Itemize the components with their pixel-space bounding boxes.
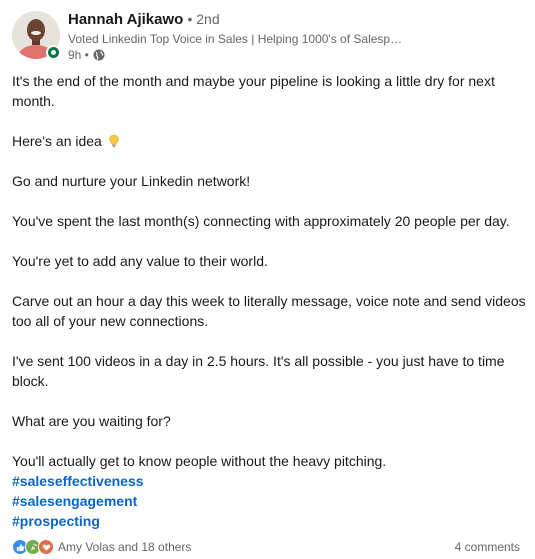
post-paragraph: You'll actually get to know people witho… [12,453,387,469]
author-name[interactable]: Hannah Ajikawo • 2nd [68,11,220,28]
reactions-summary[interactable]: Amy Volas and 18 others [12,539,191,555]
online-status-icon [46,45,61,60]
hashtag-link[interactable]: #saleseffectiveness [12,471,527,491]
author-headline: Voted Linkedin Top Voice in Sales | Help… [68,32,403,46]
comments-count-link[interactable]: 4 comments [455,540,520,554]
globe-icon [93,49,105,61]
post-body: It's the end of the month and maybe your… [12,71,527,531]
post-meta: 9h • [68,48,105,62]
lightbulb-icon [108,133,120,148]
post-paragraph: You've spent the last month(s) connectin… [12,213,510,229]
post-card: Hannah Ajikawo • 2nd Voted Linkedin Top … [0,0,535,559]
post-paragraph: I've sent 100 videos in a day in 2.5 hou… [12,353,505,389]
hashtag-link[interactable]: #salesengagement [12,491,527,511]
post-time: 9h • [68,48,89,62]
post-paragraph: What are you waiting for? [12,413,171,429]
reactions-count-text[interactable]: Amy Volas and 18 others [58,540,191,554]
author-avatar-wrapper[interactable] [12,11,61,60]
post-paragraph: You're yet to add any value to their wor… [12,253,268,269]
post-paragraph: Here's an idea [12,131,527,151]
post-paragraph: Go and nurture your Linkedin network! [12,173,251,189]
reaction-icons [12,539,54,555]
author-name-text[interactable]: Hannah Ajikawo [68,11,183,28]
connection-degree: • 2nd [187,11,220,27]
post-paragraph: It's the end of the month and maybe your… [12,73,495,109]
post-paragraph-text: Here's an idea [12,133,102,149]
social-counts: Amy Volas and 18 others 4 comments [12,538,520,556]
post-paragraph: Carve out an hour a day this week to lit… [12,293,526,329]
hashtag-link[interactable]: #prospecting [12,511,527,531]
love-icon [38,539,54,555]
